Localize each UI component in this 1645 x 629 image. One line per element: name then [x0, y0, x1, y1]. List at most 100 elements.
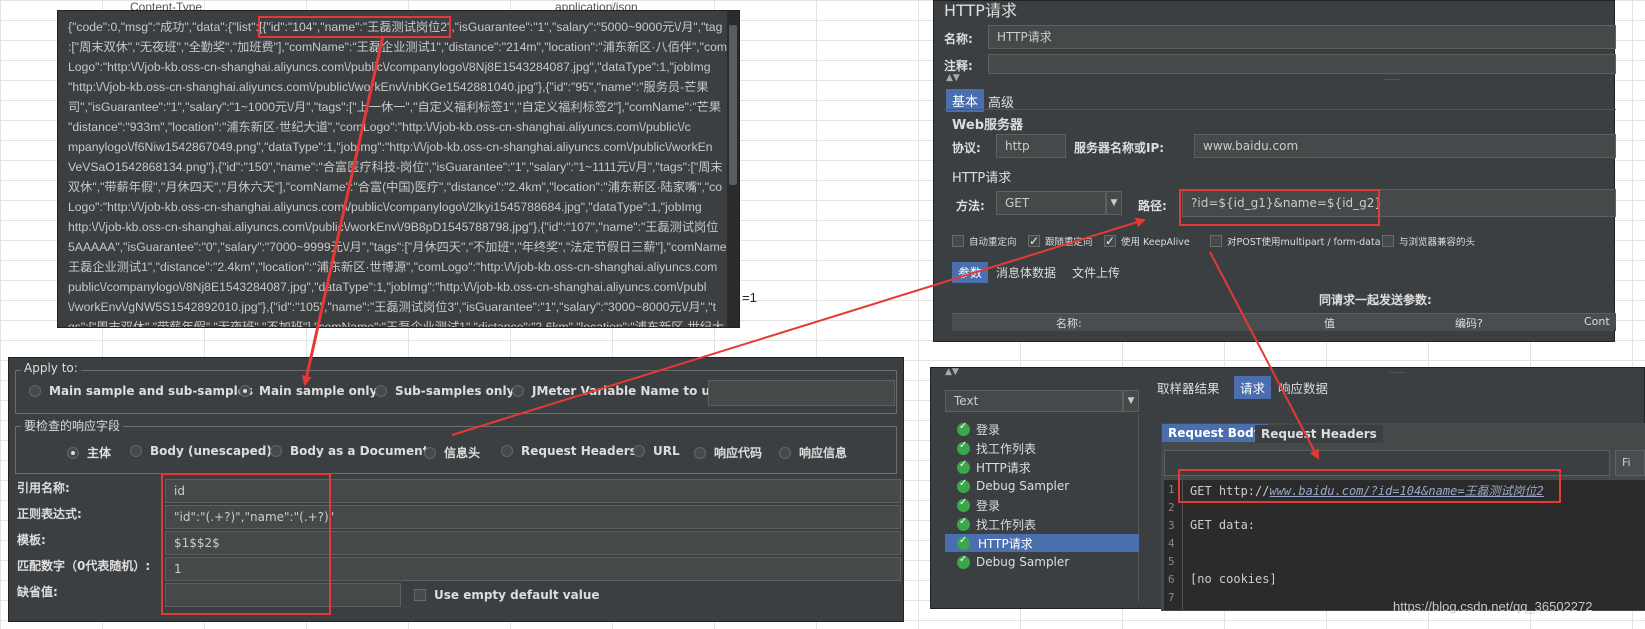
radio-dot-selected	[67, 446, 79, 459]
tree-item[interactable]: HTTP请求	[945, 534, 1139, 552]
json-text-line: 双休","带薪年假","月休四天","月休六天"],"comName":"合富(…	[68, 180, 723, 194]
line-number: 5	[1168, 555, 1175, 568]
json-text-line: mpanylogo\/f6Niw1542867049.png","dataTyp…	[68, 140, 713, 154]
find-button[interactable]: Fi	[1615, 450, 1645, 476]
option-checkbox[interactable]: 对POST使用multipart / form-data	[1210, 234, 1381, 248]
collapse-arrows-icon[interactable]: ▲▼	[945, 367, 959, 377]
tab-file-upload[interactable]: 文件上传	[1066, 262, 1126, 283]
tab-body-data[interactable]: 消息体数据	[990, 262, 1062, 283]
json-text-line: \/workEnv\/gNW5S1542892010.jpg"},{"id":"…	[68, 300, 716, 314]
radio-dot	[29, 385, 41, 397]
checkbox-label: 跟随重定向	[1045, 237, 1093, 248]
radio-label: 主体	[87, 446, 112, 460]
comment-input[interactable]	[988, 54, 1616, 74]
use-empty-default-checkbox[interactable]: Use empty default value	[414, 588, 600, 602]
success-shield-icon	[957, 516, 970, 531]
code-line: GET data:	[1190, 518, 1256, 532]
option-checkbox[interactable]: 自动重定向	[952, 234, 1017, 248]
splitter-grip-icon[interactable]: ⋯⋯	[1384, 75, 1400, 84]
radio-response-code[interactable]: 响应代码	[694, 444, 762, 461]
checkbox-label: 对POST使用multipart / form-data	[1227, 237, 1381, 248]
json-scrollbar[interactable]	[727, 11, 739, 327]
radio-dot-selected	[239, 385, 251, 397]
radio-label: URL	[653, 444, 680, 458]
radio-dot	[501, 445, 513, 457]
protocol-input[interactable]: http	[996, 134, 1066, 158]
tree-item[interactable]: 找工作列表	[957, 439, 1036, 457]
success-shield-icon	[957, 497, 970, 512]
radio-headers[interactable]: 信息头	[424, 444, 480, 461]
radio-body-document[interactable]: Body as a Document	[270, 444, 428, 458]
checkbox-label: 使用 KeepAlive	[1121, 237, 1190, 248]
tree-item[interactable]: Debug Sampler	[957, 553, 1069, 571]
success-shield-icon	[957, 554, 970, 569]
success-shield-icon	[957, 459, 970, 474]
json-scrollbar-thumb[interactable]	[729, 25, 737, 185]
column-value: 值	[1324, 317, 1335, 330]
tab-divider	[944, 109, 1616, 110]
json-text-line: Logo":"http:\/\/job-kb.oss-cn-shanghai.a…	[68, 60, 711, 74]
radio-label: Main sample and sub-samples	[49, 384, 254, 398]
radio-dot	[130, 445, 142, 457]
tree-item-label: 找工作列表	[976, 441, 1037, 456]
column-content-type: Cont	[1584, 315, 1610, 328]
chevron-down-icon[interactable]: ▼	[1106, 191, 1122, 215]
line-number: 6	[1168, 573, 1175, 586]
tree-item-label: HTTP请求	[976, 534, 1035, 552]
option-checkbox[interactable]: 跟随重定向	[1028, 234, 1093, 248]
tab-request-headers[interactable]: Request Headers	[1255, 425, 1383, 443]
renderer-select[interactable]: Text	[945, 390, 1123, 412]
name-input[interactable]: HTTP请求	[988, 25, 1616, 49]
checkbox-label: 与浏览器兼容的头	[1399, 237, 1476, 248]
tab-sampler-result[interactable]: 取样器结果	[1151, 376, 1226, 399]
line-number: 2	[1168, 501, 1175, 514]
code-line: [no cookies]	[1190, 572, 1277, 586]
tab-parameters[interactable]: 参数	[952, 262, 989, 283]
tree-item-label: HTTP请求	[976, 460, 1031, 475]
tree-item[interactable]: 登录	[957, 420, 1000, 438]
tree-item[interactable]: HTTP请求	[957, 458, 1031, 476]
radio-jmeter-variable[interactable]: JMeter Variable Name to use	[512, 384, 725, 398]
radio-dot	[633, 445, 645, 457]
radio-response-message[interactable]: 响应信息	[779, 444, 847, 461]
json-text-line: Logo":"http:\/\/job-kb.oss-cn-shanghai.a…	[68, 200, 702, 214]
option-checkbox[interactable]: 与浏览器兼容的头	[1382, 234, 1475, 248]
watermark-text: https://blog.csdn.net/qq_36502272	[1393, 599, 1593, 614]
radio-label: Body (unescaped)	[150, 444, 272, 458]
checkbox-box	[1104, 235, 1116, 247]
radio-url[interactable]: URL	[633, 444, 680, 458]
tab-request-body[interactable]: Request Body	[1162, 424, 1268, 442]
json-text-line: public\/companylogo\/8Nj8E1543284087.jpg…	[68, 280, 707, 294]
option-checkbox[interactable]: 使用 KeepAlive	[1104, 234, 1190, 248]
jmeter-variable-input[interactable]	[708, 380, 895, 406]
line-number: 1	[1168, 483, 1175, 496]
radio-main-only[interactable]: Main sample only	[239, 384, 377, 398]
column-encode: 编码?	[1455, 317, 1483, 330]
radio-body-unescaped[interactable]: Body (unescaped)	[130, 444, 272, 458]
path-label: 路径:	[1138, 199, 1167, 213]
method-select[interactable]: GET	[996, 191, 1106, 215]
splitter-grip-icon[interactable]: ⋯⋯	[1389, 368, 1405, 377]
tab-response-data[interactable]: 响应数据	[1272, 376, 1334, 399]
radio-main-and-sub[interactable]: Main sample and sub-samples	[29, 384, 253, 398]
radio-label: JMeter Variable Name to use	[532, 384, 726, 398]
line-number: 4	[1168, 537, 1175, 550]
radio-label: Sub-samples only	[395, 384, 515, 398]
collapse-arrows-icon[interactable]: ▲▼	[946, 73, 960, 83]
checkbox-box	[1028, 235, 1040, 247]
regex-label: 正则表达式:	[17, 507, 82, 521]
chevron-down-icon[interactable]: ▼	[1123, 390, 1139, 412]
tab-request[interactable]: 请求	[1234, 376, 1272, 399]
tree-item-label: Debug Sampler	[976, 479, 1070, 493]
json-text-line: 5AAAAA","isGuarantee":"0","salary":"7000…	[68, 240, 727, 254]
radio-sub-only[interactable]: Sub-samples only	[375, 384, 514, 398]
radio-label: Request Headers	[521, 444, 637, 458]
tree-item[interactable]: 找工作列表	[957, 515, 1036, 533]
radio-request-headers[interactable]: Request Headers	[501, 444, 637, 458]
success-shield-icon	[957, 421, 970, 436]
tree-item[interactable]: 登录	[957, 496, 1000, 514]
radio-body[interactable]: 主体	[67, 444, 111, 461]
tree-item[interactable]: Debug Sampler	[957, 477, 1069, 495]
radio-dot	[424, 446, 436, 459]
server-input[interactable]: www.baidu.com	[1194, 134, 1616, 158]
